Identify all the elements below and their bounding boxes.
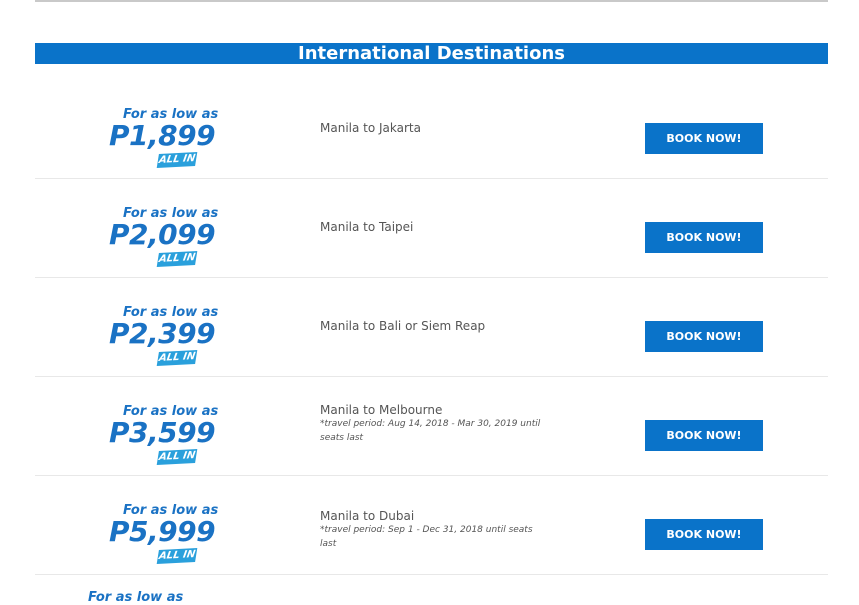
route-label: Manila to Melbourne bbox=[320, 403, 443, 417]
price-block: For as low as P1,899 ALL IN bbox=[105, 107, 225, 169]
price-value: P2,099 bbox=[109, 218, 216, 251]
all-in-badge: ALL IN bbox=[156, 548, 198, 564]
route-label: Manila to Taipei bbox=[320, 220, 414, 234]
route-label: Manila to Dubai bbox=[320, 509, 415, 523]
travel-note: *travel period: Sep 1 - Dec 31, 2018 unt… bbox=[320, 525, 533, 549]
book-now-button[interactable]: BOOK NOW! bbox=[645, 420, 763, 451]
deal-row: For as low as P5,999 ALL IN Manila to Du… bbox=[35, 476, 828, 575]
price-value: P1,899 bbox=[109, 119, 216, 152]
top-divider bbox=[35, 0, 828, 2]
all-in-badge: ALL IN bbox=[156, 251, 198, 267]
all-in-badge: ALL IN bbox=[156, 152, 198, 168]
price-value: P5,999 bbox=[109, 515, 216, 548]
price-block: For as low as P2,099 ALL IN bbox=[105, 206, 225, 268]
book-now-button[interactable]: BOOK NOW! bbox=[645, 519, 763, 550]
book-now-button[interactable]: BOOK NOW! bbox=[645, 222, 763, 253]
price-block: For as low as P5,999 ALL IN bbox=[105, 503, 225, 565]
travel-note: *travel period: Aug 14, 2018 - Mar 30, 2… bbox=[320, 419, 541, 443]
book-now-button[interactable]: BOOK NOW! bbox=[645, 321, 763, 352]
deal-row: For as low as P1,899 ALL IN Manila to Ja… bbox=[35, 80, 828, 179]
all-in-badge: ALL IN bbox=[156, 350, 198, 366]
price-block: For as low as P2,399 ALL IN bbox=[105, 305, 225, 367]
price-value: P3,599 bbox=[109, 416, 216, 449]
deal-row: For as low as P2,399 ALL IN Manila to Ba… bbox=[35, 278, 828, 377]
route-label: Manila to Bali or Siem Reap bbox=[320, 319, 486, 333]
book-now-button[interactable]: BOOK NOW! bbox=[645, 123, 763, 154]
price-block: For as low as P3,599 ALL IN bbox=[105, 404, 225, 466]
deal-row: For as low as P2,099 ALL IN Manila to Ta… bbox=[35, 179, 828, 278]
all-in-badge: ALL IN bbox=[156, 449, 198, 465]
price-value: P2,399 bbox=[109, 317, 216, 350]
deal-row: For as low as P3,599 ALL IN Manila to Me… bbox=[35, 377, 828, 476]
route-label: Manila to Jakarta bbox=[320, 121, 421, 135]
section-title: International Destinations bbox=[35, 43, 828, 64]
